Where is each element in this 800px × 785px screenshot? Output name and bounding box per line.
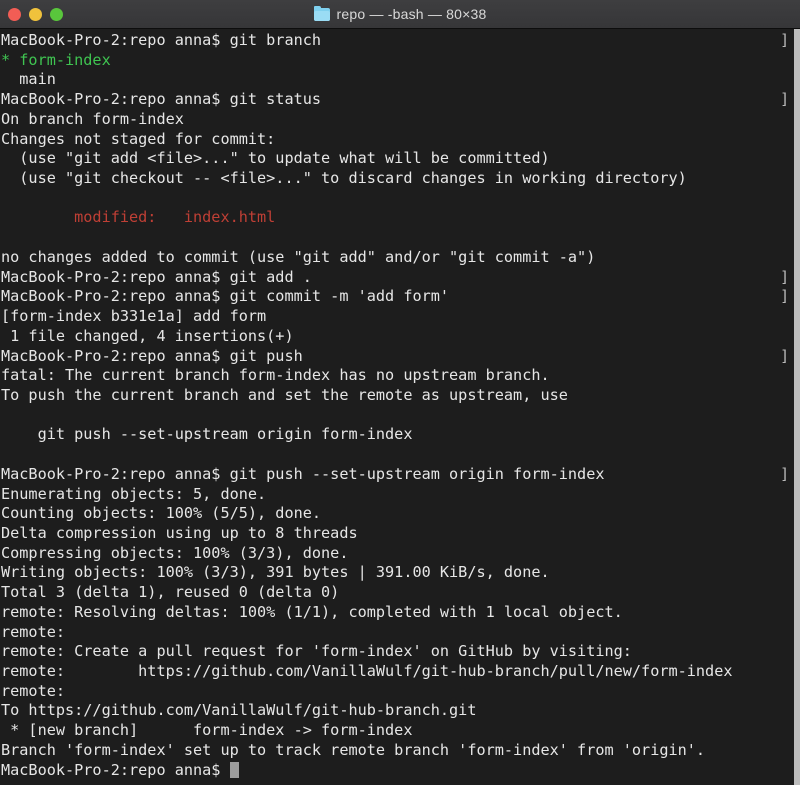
terminal-line: Branch 'form-index' set up to track remo… [1, 741, 794, 761]
terminal-line-text: To push the current branch and set the r… [1, 385, 568, 404]
terminal-line-text: Counting objects: 100% (5/5), done. [1, 504, 322, 523]
terminal-line-text: remote: https://github.com/VanillaWulf/g… [1, 662, 733, 680]
terminal-line-text: [form-index b331e1a] add form [1, 307, 267, 326]
terminal-line-text: MacBook-Pro-2:repo anna$ git add . [1, 267, 312, 286]
terminal-line-text: MacBook-Pro-2:repo anna$ git status [1, 90, 322, 109]
terminal-line: MacBook-Pro-2:repo anna$ git push --set-… [1, 465, 794, 485]
terminal-body[interactable]: MacBook-Pro-2:repo anna$ git branch] * fo… [0, 29, 800, 785]
prompt-mark: ] [780, 464, 790, 483]
folder-icon [313, 5, 330, 21]
terminal-line-text: MacBook-Pro-2:repo anna$ git branch [1, 31, 322, 49]
window-title-group: repo — -bash — 80×38 [313, 5, 487, 22]
block-cursor [229, 761, 240, 778]
window-controls [8, 0, 63, 28]
terminal-line-text: MacBook-Pro-2:repo anna$ git push --set-… [1, 464, 605, 483]
terminal-line: Compressing objects: 100% (3/3), done. [1, 544, 794, 564]
terminal-line-text: MacBook-Pro-2:repo anna$ git commit -m '… [1, 287, 450, 306]
prompt-mark: ] [780, 287, 790, 306]
terminal-line: * form-index [1, 51, 794, 71]
terminal-line-text: Enumerating objects: 5, done. [1, 484, 267, 503]
terminal-line: Enumerating objects: 5, done. [1, 485, 794, 505]
terminal-line-text: 1 file changed, 4 insertions(+) [1, 326, 294, 345]
prompt-mark: ] [780, 346, 790, 365]
terminal-window: repo — -bash — 80×38 MacBook-Pro-2:repo … [0, 0, 800, 785]
terminal-line-text: * form-index [1, 50, 111, 69]
terminal-line-text: (use "git checkout -- <file>..." to disc… [1, 169, 687, 188]
terminal-line-text: fatal: The current branch form-index has… [1, 366, 550, 385]
terminal-line-text: remote: Resolving deltas: 100% (1/1), co… [1, 602, 623, 621]
terminal-line-text: To https://github.com/VanillaWulf/git-hu… [1, 701, 477, 720]
terminal-line: Counting objects: 100% (5/5), done. [1, 504, 794, 524]
terminal-line: fatal: The current branch form-index has… [1, 366, 794, 386]
terminal-line-text: remote: Create a pull request for 'form-… [1, 642, 632, 661]
terminal-line: On branch form-index [1, 110, 794, 130]
terminal-line-text: Delta compression using up to 8 threads [1, 523, 358, 542]
terminal-line-text: Compressing objects: 100% (3/3), done. [1, 543, 349, 562]
terminal-line-text: remote: [1, 681, 66, 700]
terminal-line: * [new branch] form-index -> form-index [1, 721, 794, 741]
maximize-button[interactable] [50, 7, 63, 21]
terminal-line: To https://github.com/VanillaWulf/git-hu… [1, 701, 794, 721]
terminal-line: MacBook-Pro-2:repo anna$ git push] [1, 347, 794, 367]
terminal-line: (use "git add <file>..." to update what … [1, 149, 794, 169]
terminal-line-text: git push --set-upstream origin form-inde… [1, 425, 413, 444]
terminal-line-text: * [new branch] form-index -> form-index [1, 721, 413, 740]
terminal-line-text: Changes not staged for commit: [1, 129, 276, 148]
terminal-line: [form-index b331e1a] add form [1, 307, 794, 327]
minimize-button[interactable] [29, 7, 42, 21]
terminal-screen[interactable]: MacBook-Pro-2:repo anna$ git branch] * fo… [0, 31, 794, 785]
terminal-line: MacBook-Pro-2:repo anna$ git add .] [1, 268, 794, 288]
terminal-line: Changes not staged for commit: [1, 130, 794, 150]
prompt-mark: ] [780, 90, 790, 109]
terminal-line-text: Writing objects: 100% (3/3), 391 bytes |… [1, 563, 550, 582]
terminal-line-text: remote: [1, 622, 66, 641]
terminal-line: remote: https://github.com/VanillaWulf/g… [1, 662, 794, 682]
terminal-scrollbar[interactable] [794, 29, 800, 785]
terminal-line: 1 file changed, 4 insertions(+) [1, 327, 794, 347]
terminal-line: MacBook-Pro-2:repo anna$ git branch] [1, 31, 794, 51]
prompt-mark: ] [780, 267, 790, 286]
terminal-line-text: MacBook-Pro-2:repo anna$ [1, 760, 230, 779]
terminal-line-text: Branch 'form-index' set up to track remo… [1, 740, 706, 759]
terminal-line-text: main [1, 70, 56, 89]
window-title: repo — -bash — 80×38 [336, 6, 487, 22]
terminal-line-text: modified: index.html [1, 208, 276, 227]
terminal-line: remote: Create a pull request for 'form-… [1, 642, 794, 662]
terminal-line-text: Total 3 (delta 1), reused 0 (delta 0) [1, 583, 340, 602]
terminal-line: no changes added to commit (use "git add… [1, 248, 794, 268]
terminal-line: MacBook-Pro-2:repo anna$ [1, 761, 794, 781]
terminal-line: remote: Resolving deltas: 100% (1/1), co… [1, 603, 794, 623]
terminal-line-text: MacBook-Pro-2:repo anna$ git push [1, 346, 303, 365]
title-bar[interactable]: repo — -bash — 80×38 [0, 0, 800, 29]
terminal-line: Writing objects: 100% (3/3), 391 bytes |… [1, 563, 794, 583]
terminal-line-text: (use "git add <file>..." to update what … [1, 149, 550, 168]
terminal-line: To push the current branch and set the r… [1, 386, 794, 406]
terminal-line: remote: [1, 623, 794, 643]
terminal-line: modified: index.html [1, 208, 794, 228]
terminal-line-text: no changes added to commit (use "git add… [1, 247, 596, 266]
terminal-line: MacBook-Pro-2:repo anna$ git status] [1, 90, 794, 110]
terminal-line: (use "git checkout -- <file>..." to disc… [1, 169, 794, 189]
terminal-line: main [1, 70, 794, 90]
terminal-line: Total 3 (delta 1), reused 0 (delta 0) [1, 583, 794, 603]
close-button[interactable] [8, 7, 21, 21]
terminal-line: MacBook-Pro-2:repo anna$ git commit -m '… [1, 287, 794, 307]
prompt-mark: ] [780, 31, 790, 49]
terminal-line: remote: [1, 682, 794, 702]
scrollbar-thumb[interactable] [794, 29, 800, 785]
terminal-line: git push --set-upstream origin form-inde… [1, 425, 794, 445]
terminal-line: Delta compression using up to 8 threads [1, 524, 794, 544]
terminal-line-text: On branch form-index [1, 109, 184, 128]
